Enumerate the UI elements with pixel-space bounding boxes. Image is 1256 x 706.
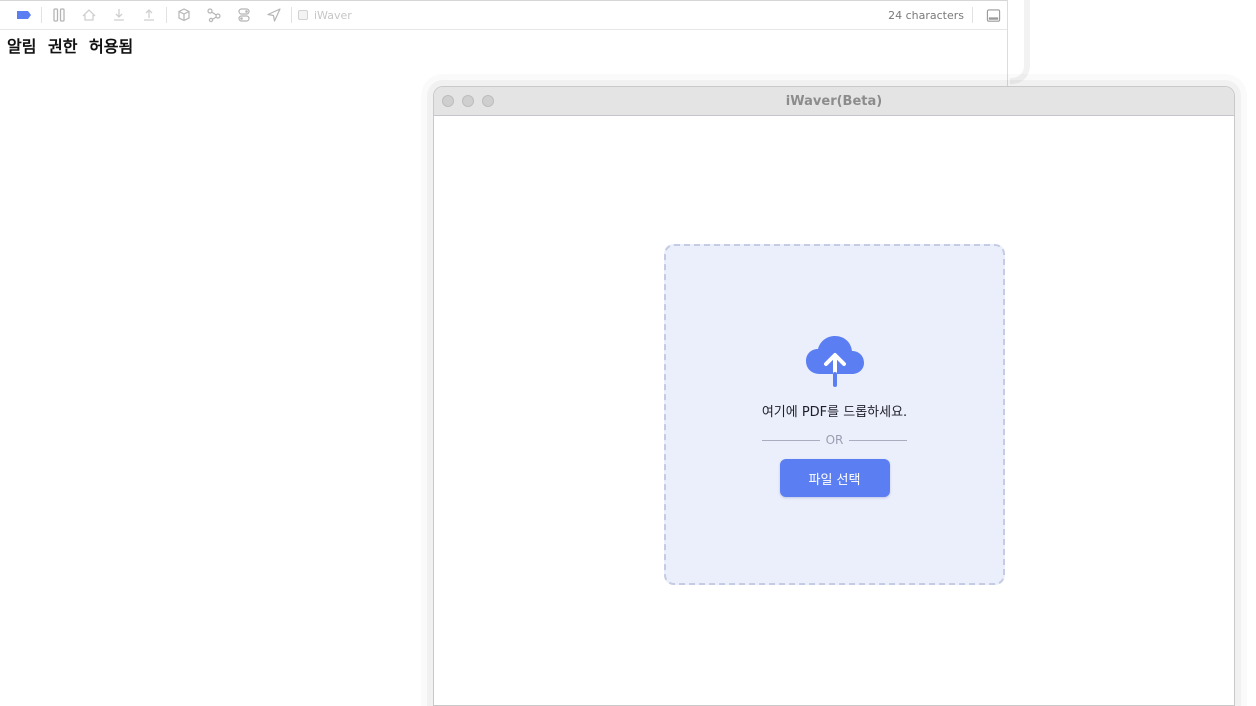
or-label: OR: [825, 433, 844, 447]
cube-icon[interactable]: [169, 0, 199, 30]
document-name: iWaver: [314, 8, 352, 22]
toolbar-divider: [41, 7, 42, 23]
toolbar-divider: [972, 7, 973, 23]
document-icon: [298, 10, 308, 20]
upload-icon[interactable]: [134, 0, 164, 30]
toolbar-divider: [291, 7, 292, 23]
send-arrow-icon[interactable]: [259, 0, 289, 30]
columns-icon[interactable]: [44, 0, 74, 30]
divider-line: [849, 439, 908, 441]
window-title: iWaver(Beta): [785, 93, 883, 109]
toggle-stack-icon[interactable]: [229, 0, 259, 30]
select-file-button[interactable]: 파일 선택: [779, 459, 890, 497]
document-title: iWaver: [298, 9, 352, 22]
character-count: 24 characters: [888, 8, 964, 22]
home-icon[interactable]: [74, 0, 104, 30]
cloud-upload-icon: [805, 336, 864, 387]
divider-line: [761, 439, 820, 441]
or-divider: OR: [761, 433, 908, 447]
toolbar-divider: [166, 7, 167, 23]
editor-content[interactable]: 알림 권한 허용됨: [7, 33, 133, 57]
tag-icon[interactable]: [9, 0, 39, 30]
pdf-dropzone[interactable]: 여기에 PDF를 드롭하세요. OR 파일 선택: [664, 244, 1005, 585]
download-icon[interactable]: [104, 0, 134, 30]
share-nodes-icon[interactable]: [199, 0, 229, 30]
iwaver-window: iWaver(Beta) 여기에 PDF를 드롭하세요. OR 파일 선택: [433, 86, 1235, 706]
panel-toggle-icon[interactable]: [979, 0, 1007, 30]
drop-instruction: 여기에 PDF를 드롭하세요.: [761, 405, 908, 420]
editor-toolbar: iWaver 24 characters: [0, 0, 1007, 30]
window-titlebar[interactable]: iWaver(Beta): [434, 87, 1234, 116]
background-window-edge: [1010, 0, 1030, 84]
